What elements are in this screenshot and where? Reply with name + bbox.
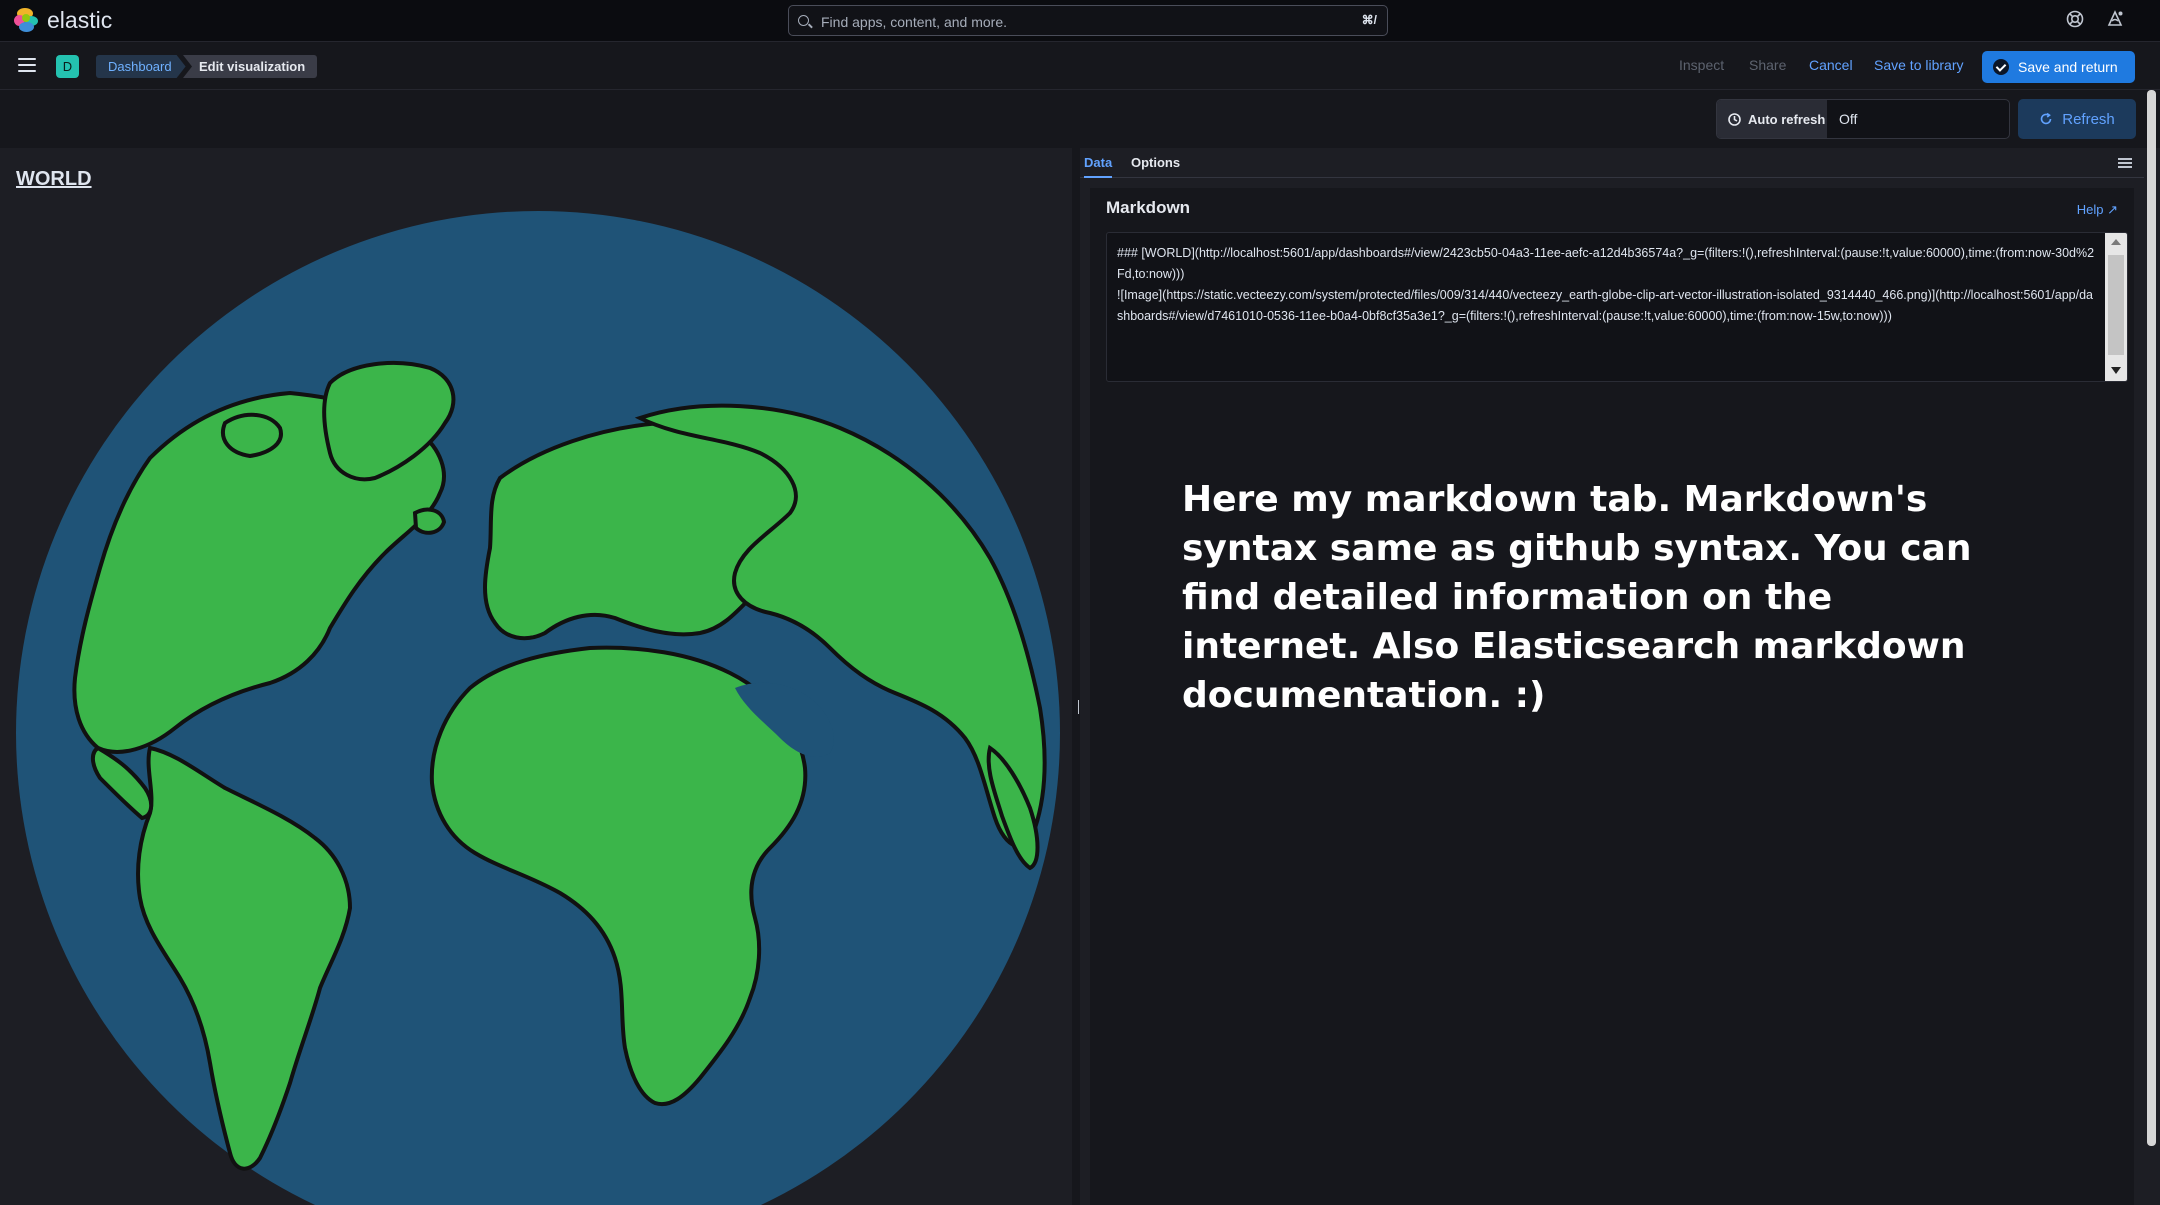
space-avatar[interactable]: D bbox=[56, 55, 79, 78]
textarea-scrollbar[interactable] bbox=[2105, 233, 2127, 381]
save-and-return-button[interactable]: Save and return bbox=[1982, 51, 2135, 83]
keyboard-shortcut-badge: ⌘/ bbox=[1361, 13, 1377, 27]
refresh-icon bbox=[2040, 112, 2052, 125]
refresh-time-icon bbox=[1728, 112, 1741, 126]
search-placeholder: Find apps, content, and more. bbox=[821, 14, 1007, 30]
refresh-label: Refresh bbox=[2062, 110, 2115, 128]
tab-data[interactable]: Data bbox=[1084, 155, 1113, 178]
auto-refresh-value: Off bbox=[1839, 111, 1858, 127]
breadcrumb-dashboard[interactable]: Dashboard bbox=[96, 55, 186, 78]
newsfeed-icon[interactable] bbox=[2104, 9, 2126, 31]
query-bar: Auto refresh Off Refresh bbox=[0, 90, 2160, 148]
editor-tabs: Data Options bbox=[1080, 148, 2144, 178]
earth-globe-image[interactable] bbox=[0, 148, 1072, 1205]
markdown-section-title: Markdown bbox=[1106, 198, 1191, 217]
check-icon bbox=[1993, 59, 2009, 75]
save-and-return-label: Save and return bbox=[2018, 59, 2118, 75]
visualization-title-link[interactable]: WORLD bbox=[16, 168, 92, 191]
help-icon[interactable] bbox=[2064, 9, 2086, 31]
auto-refresh-control[interactable]: Auto refresh Off bbox=[1716, 99, 2010, 139]
menu-toggle-button[interactable] bbox=[18, 58, 36, 72]
external-link-icon: ↗ bbox=[2107, 202, 2118, 217]
collapse-sidebar-icon[interactable] bbox=[2118, 158, 2132, 168]
auto-refresh-toggle[interactable]: Auto refresh bbox=[1717, 100, 1827, 138]
search-icon bbox=[798, 15, 809, 26]
island-arctic-1 bbox=[221, 412, 283, 459]
elastic-logo[interactable]: elastic bbox=[14, 7, 112, 34]
inspect-button[interactable]: Inspect bbox=[1679, 57, 1724, 73]
global-search-input[interactable]: Find apps, content, and more. ⌘/ bbox=[788, 5, 1388, 36]
cancel-button[interactable]: Cancel bbox=[1809, 57, 1853, 73]
annotation-note: Here my markdown tab. Markdown's syntax … bbox=[1182, 479, 1972, 716]
markdown-textarea-content: ### [WORLD](http://localhost:5601/app/da… bbox=[1117, 246, 2095, 323]
scrollbar-thumb[interactable] bbox=[2108, 255, 2124, 355]
tab-options[interactable]: Options bbox=[1131, 155, 1180, 170]
page-scrollbar[interactable] bbox=[2147, 90, 2156, 1146]
refresh-button[interactable]: Refresh bbox=[2018, 99, 2136, 139]
breadcrumb-edit-visualization: Edit visualization bbox=[183, 55, 318, 78]
markdown-textarea[interactable]: ### [WORLD](http://localhost:5601/app/da… bbox=[1106, 232, 2128, 382]
save-to-library-button[interactable]: Save to library bbox=[1874, 57, 1963, 73]
app-header: D Dashboard Edit visualization Inspect S… bbox=[0, 42, 2160, 90]
help-link[interactable]: Help ↗ bbox=[2077, 202, 2118, 218]
auto-refresh-label: Auto refresh bbox=[1748, 111, 1826, 127]
visualization-panel: WORLD bbox=[0, 148, 1072, 1205]
island-arctic-2 bbox=[412, 507, 447, 535]
share-button[interactable]: Share bbox=[1749, 57, 1786, 73]
scroll-up-icon[interactable] bbox=[2111, 239, 2121, 245]
logo-text: elastic bbox=[47, 7, 113, 33]
global-header: elastic Find apps, content, and more. ⌘/ bbox=[0, 0, 2160, 42]
elastic-logo-icon bbox=[14, 8, 39, 33]
help-link-label: Help bbox=[2076, 202, 2104, 217]
scroll-down-icon[interactable] bbox=[2111, 367, 2121, 374]
